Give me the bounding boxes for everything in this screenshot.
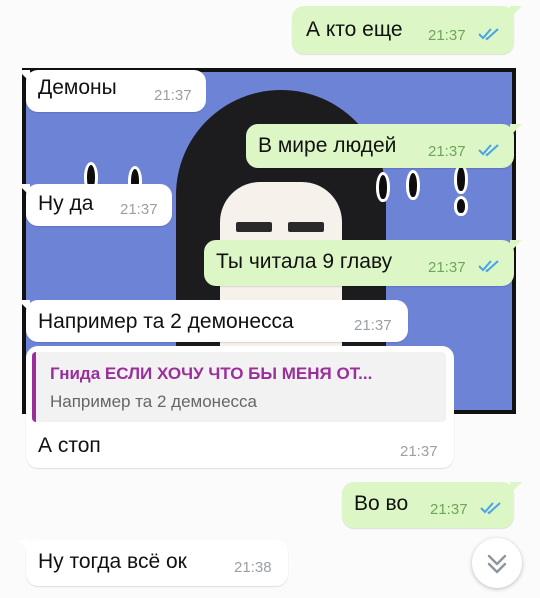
message-text: Например та 2 демонесса	[38, 310, 294, 333]
message-bubble-incoming[interactable]: Ну тогда всё ок 21:38	[18, 540, 288, 586]
message-time: 21:37	[120, 201, 158, 218]
message-time: 21:37	[428, 259, 466, 276]
reply-text: Например та 2 демонесса	[50, 392, 257, 411]
double-check-icon	[480, 502, 501, 515]
chevron-double-down-icon	[487, 554, 507, 574]
message-text: Ты читала 9 главу	[216, 250, 393, 273]
message-time: 21:37	[400, 443, 438, 460]
message-text: Демоны	[38, 76, 117, 99]
message-bubble-outgoing[interactable]: А кто еще 21:37	[292, 6, 522, 54]
double-check-icon	[478, 260, 499, 273]
double-check-icon	[478, 28, 499, 41]
message-text: В мире людей	[258, 134, 397, 157]
message-text: А стоп	[38, 434, 101, 457]
reply-author: Гнида ЕСЛИ ХОЧУ ЧТО БЫ МЕНЯ ОТ...	[50, 364, 373, 383]
message-bubble-incoming-reply[interactable]: Гнида ЕСЛИ ХОЧУ ЧТО БЫ МЕНЯ ОТ... Наприм…	[26, 346, 454, 468]
message-time: 21:37	[354, 317, 392, 334]
message-bubble-incoming[interactable]: Ну да 21:37	[18, 184, 172, 226]
message-text: А кто еще	[306, 18, 403, 41]
double-check-icon	[478, 144, 499, 157]
message-bubble-incoming[interactable]: Демоны 21:37	[18, 70, 206, 112]
message-time: 21:37	[430, 501, 468, 518]
message-text: Ну тогда всё ок	[38, 550, 187, 573]
message-time: 21:38	[234, 559, 272, 576]
message-bubble-incoming[interactable]: Например та 2 демонесса 21:37	[18, 300, 408, 342]
message-bubble-outgoing[interactable]: Ты читала 9 главу 21:37	[204, 240, 522, 286]
message-time: 21:37	[428, 143, 466, 160]
message-time: 21:37	[428, 27, 466, 44]
scroll-down-button[interactable]	[472, 538, 522, 588]
message-bubble-outgoing[interactable]: В мире людей 21:37	[246, 124, 522, 168]
message-time: 21:37	[154, 87, 192, 104]
reply-quote[interactable]: Гнида ЕСЛИ ХОЧУ ЧТО БЫ МЕНЯ ОТ... Наприм…	[32, 352, 446, 422]
message-bubble-outgoing[interactable]: Во во 21:37	[342, 482, 522, 528]
message-text: Во во	[354, 492, 409, 515]
message-text: Ну да	[38, 192, 94, 215]
